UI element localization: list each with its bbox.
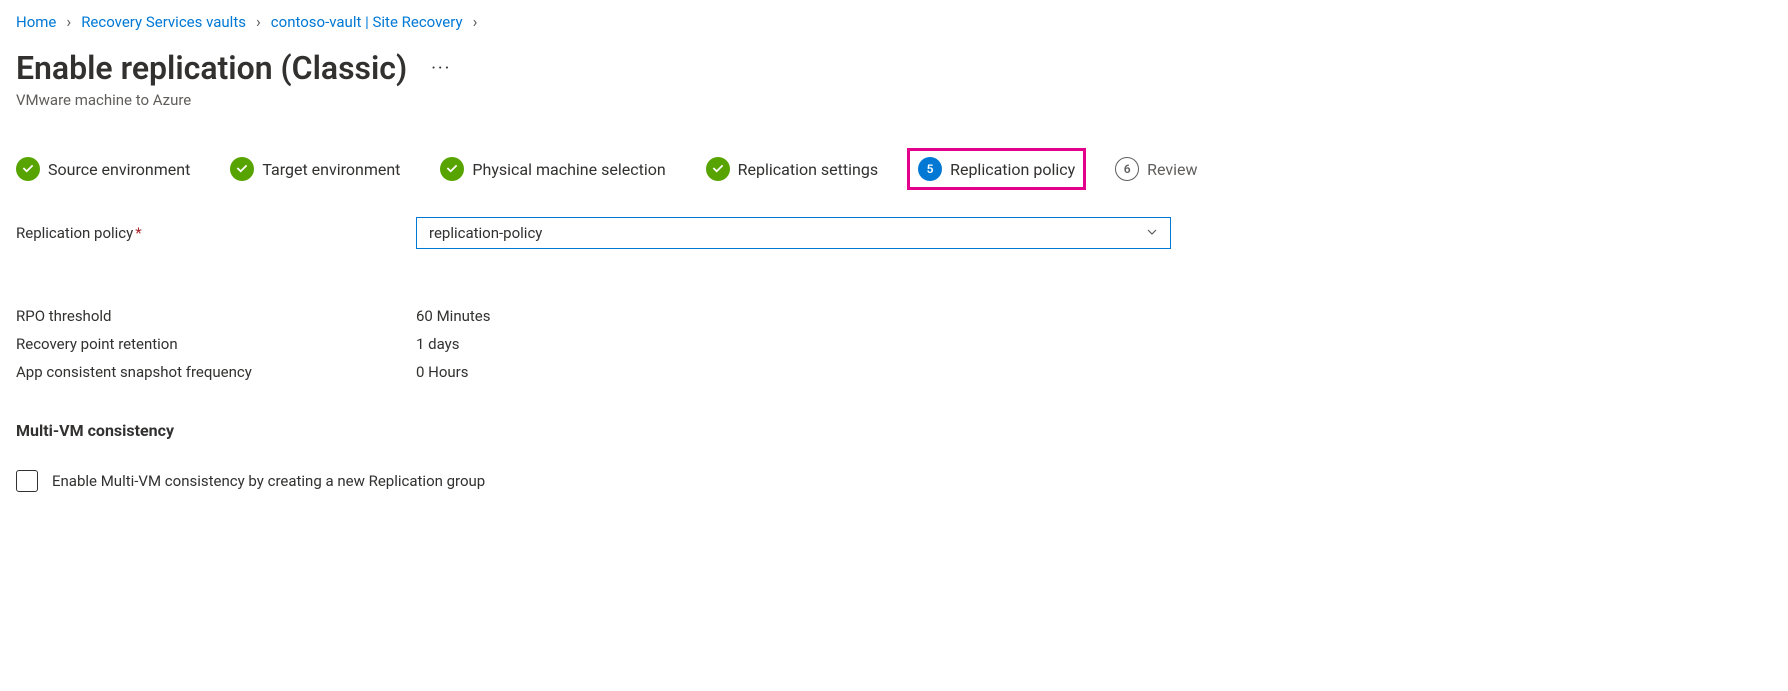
snapshot-value: 0 Hours <box>416 363 469 381</box>
snapshot-label: App consistent snapshot frequency <box>16 363 416 381</box>
dropdown-value: replication-policy <box>429 224 542 242</box>
breadcrumb-home[interactable]: Home <box>16 13 56 31</box>
required-indicator: * <box>135 224 141 242</box>
multivm-checkbox-label[interactable]: Enable Multi-VM consistency by creating … <box>52 472 485 490</box>
replication-policy-dropdown[interactable]: replication-policy <box>416 217 1171 249</box>
breadcrumb-vault[interactable]: contoso-vault | Site Recovery <box>271 13 463 31</box>
chevron-right-icon: › <box>256 12 261 31</box>
page-subtitle: VMware machine to Azure <box>16 91 1772 109</box>
check-icon <box>440 157 464 181</box>
wizard-step-review[interactable]: 6 Review <box>1115 157 1197 181</box>
breadcrumb: Home › Recovery Services vaults › contos… <box>16 12 1772 31</box>
retention-label: Recovery point retention <box>16 335 416 353</box>
step-label: Source environment <box>48 160 190 179</box>
wizard-steps: Source environment Target environment Ph… <box>16 157 1772 181</box>
page-title: Enable replication (Classic) <box>16 49 407 87</box>
wizard-step-target[interactable]: Target environment <box>230 157 400 181</box>
breadcrumb-rsv[interactable]: Recovery Services vaults <box>81 13 246 31</box>
step-label: Replication settings <box>738 160 878 179</box>
wizard-step-replication-policy[interactable]: 5 Replication policy <box>907 148 1086 190</box>
step-label: Target environment <box>262 160 400 179</box>
wizard-step-replication-settings[interactable]: Replication settings <box>706 157 878 181</box>
replication-policy-label: Replication policy* <box>16 224 416 242</box>
step-label: Physical machine selection <box>472 160 665 179</box>
retention-value: 1 days <box>416 335 460 353</box>
check-icon <box>706 157 730 181</box>
chevron-down-icon <box>1146 224 1158 242</box>
multivm-section-title: Multi-VM consistency <box>16 421 1772 440</box>
rpo-threshold-value: 60 Minutes <box>416 307 490 325</box>
chevron-right-icon: › <box>473 12 478 31</box>
rpo-threshold-label: RPO threshold <box>16 307 416 325</box>
step-label: Replication policy <box>950 160 1075 179</box>
step-number-icon: 6 <box>1115 157 1139 181</box>
more-actions-button[interactable]: ··· <box>431 58 451 79</box>
step-label: Review <box>1147 160 1197 179</box>
step-number-icon: 5 <box>918 157 942 181</box>
chevron-right-icon: › <box>66 12 71 31</box>
check-icon <box>16 157 40 181</box>
multivm-checkbox[interactable] <box>16 470 38 492</box>
wizard-step-source[interactable]: Source environment <box>16 157 190 181</box>
wizard-step-physical[interactable]: Physical machine selection <box>440 157 665 181</box>
check-icon <box>230 157 254 181</box>
